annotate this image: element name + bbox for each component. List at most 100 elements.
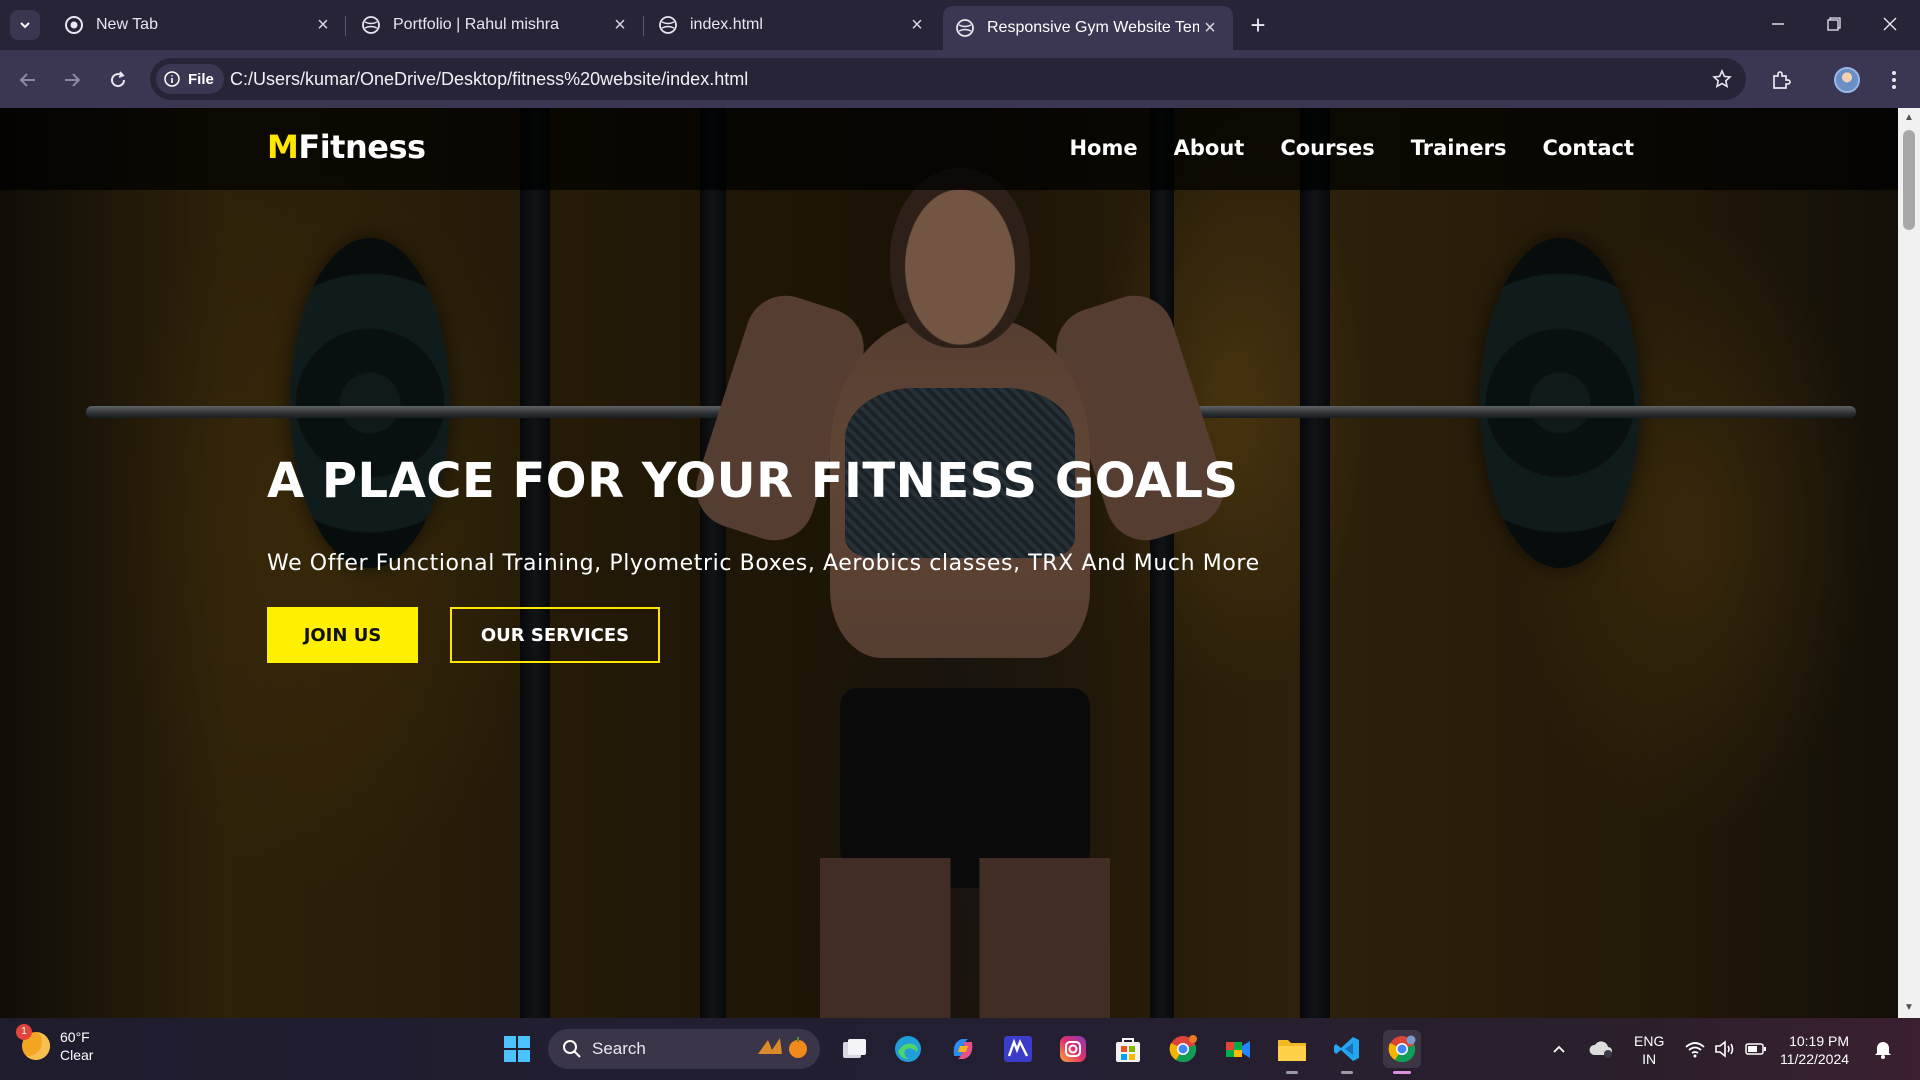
wifi-button[interactable]	[1684, 1018, 1710, 1080]
tab-title: New Tab	[96, 16, 158, 33]
taskbar-edge[interactable]	[889, 1030, 927, 1068]
chrome-icon	[64, 15, 84, 35]
chrome-icon	[1388, 1035, 1416, 1063]
region-code: IN	[1642, 1051, 1657, 1067]
tab-portfolio[interactable]: Portfolio | Rahul mishra ×	[349, 6, 643, 44]
taskbar-store[interactable]	[1109, 1030, 1147, 1068]
tab-title: index.html	[690, 16, 763, 33]
globe-icon	[955, 18, 975, 38]
running-indicator	[1341, 1071, 1353, 1074]
tab-separator	[643, 16, 644, 36]
hero-title: A PLACE FOR YOUR FITNESS GOALS	[267, 453, 1239, 509]
taskbar-vscode[interactable]	[1328, 1030, 1366, 1074]
weather-widget[interactable]: 1 60°F Clear	[16, 1024, 93, 1064]
vscode-icon	[1334, 1037, 1359, 1061]
chevron-down-icon	[20, 22, 30, 29]
task-view-icon	[843, 1039, 866, 1058]
scroll-up-icon[interactable]: ▲	[1903, 112, 1915, 124]
site-info-chip[interactable]: File	[156, 64, 224, 94]
moon-icon: 1	[16, 1024, 50, 1060]
windows-logo-icon	[504, 1036, 530, 1062]
taskbar-search[interactable]: Search	[548, 1029, 820, 1069]
search-icon	[563, 1040, 581, 1058]
volume-button[interactable]	[1714, 1018, 1740, 1080]
close-tab-icon[interactable]: ×	[312, 14, 334, 36]
taskbar-instagram[interactable]	[1054, 1030, 1092, 1068]
notifications-button[interactable]	[1874, 1018, 1898, 1080]
system-clock[interactable]: 10:19 PM 11/22/2024	[1780, 1032, 1849, 1068]
tab-separator	[345, 16, 346, 36]
close-window-button[interactable]	[1862, 0, 1918, 48]
logo-accent: M	[267, 128, 299, 166]
taskbar-meet[interactable]	[1219, 1030, 1257, 1068]
windows-taskbar: 1 60°F Clear Search ENG IN 10:19 PM 11/2…	[0, 1018, 1920, 1080]
chevron-up-icon	[1553, 1045, 1565, 1053]
address-bar[interactable]: File C:/Users/kumar/OneDrive/Desktop/fit…	[150, 58, 1746, 100]
taskbar-chrome[interactable]	[1164, 1030, 1202, 1068]
page-scrollbar[interactable]: ▲ ▼	[1898, 108, 1920, 1018]
info-icon	[164, 71, 180, 87]
taskbar-chrome-active[interactable]	[1383, 1030, 1421, 1074]
task-view-button[interactable]	[835, 1030, 873, 1068]
site-logo[interactable]: MFitness	[267, 128, 426, 166]
tab-search-button[interactable]	[10, 10, 40, 40]
taskbar-file-explorer[interactable]	[1273, 1030, 1311, 1074]
language-indicator[interactable]: ENG IN	[1634, 1032, 1664, 1068]
site-header: MFitness Home About Courses Trainers Con…	[0, 108, 1898, 190]
nav-about[interactable]: About	[1174, 136, 1245, 160]
globe-icon	[361, 15, 381, 35]
clock-date: 11/22/2024	[1780, 1051, 1850, 1067]
tab-new-tab[interactable]: New Tab ×	[52, 6, 346, 44]
tab-gym-website[interactable]: Responsive Gym Website Templ ×	[943, 6, 1233, 50]
bell-icon	[1875, 1042, 1891, 1059]
bookmark-star-button[interactable]	[1710, 67, 1734, 91]
hero-subtitle: We Offer Functional Training, Plyometric…	[267, 551, 1260, 576]
edge-icon	[895, 1036, 921, 1062]
onedrive-button[interactable]	[1588, 1018, 1616, 1080]
battery-icon	[1745, 1043, 1766, 1055]
copilot-icon	[953, 1039, 973, 1059]
nav-home[interactable]: Home	[1069, 136, 1137, 160]
nav-trainers[interactable]: Trainers	[1411, 136, 1507, 160]
minimize-button[interactable]	[1750, 0, 1806, 48]
globe-icon	[658, 15, 678, 35]
tab-strip: New Tab × Portfolio | Rahul mishra × ind…	[0, 0, 1920, 50]
close-tab-icon[interactable]: ×	[609, 14, 631, 36]
join-us-button[interactable]: JOIN US	[267, 607, 418, 663]
wifi-icon	[1685, 1042, 1705, 1058]
close-tab-icon[interactable]: ×	[906, 14, 928, 36]
browser-menu-button[interactable]	[1878, 64, 1910, 96]
tab-index-html[interactable]: index.html ×	[646, 6, 940, 44]
taskbar-app-m[interactable]	[999, 1030, 1037, 1068]
scroll-thumb[interactable]	[1903, 130, 1915, 230]
our-services-button[interactable]: OUR SERVICES	[450, 607, 660, 663]
main-nav: Home About Courses Trainers Contact	[1069, 136, 1634, 160]
arrow-left-icon	[19, 73, 35, 87]
star-icon	[1712, 69, 1732, 88]
minimize-icon	[1772, 23, 1784, 25]
show-hidden-icons-button[interactable]	[1551, 1018, 1575, 1080]
chrome-icon	[1169, 1035, 1197, 1063]
extensions-button[interactable]	[1765, 64, 1797, 96]
meet-icon	[1226, 1041, 1250, 1058]
restore-button[interactable]	[1806, 0, 1862, 48]
forward-button[interactable]	[56, 64, 88, 96]
nav-contact[interactable]: Contact	[1543, 136, 1635, 160]
url-text: C:/Users/kumar/OneDrive/Desktop/fitness%…	[230, 69, 749, 89]
restore-icon	[1827, 17, 1841, 31]
nav-courses[interactable]: Courses	[1280, 136, 1374, 160]
battery-button[interactable]	[1745, 1018, 1771, 1080]
back-button[interactable]	[12, 64, 44, 96]
search-placeholder: Search	[592, 1039, 646, 1058]
search-highlight-icon	[754, 1034, 810, 1065]
start-button[interactable]	[498, 1030, 536, 1068]
running-indicator	[1393, 1071, 1411, 1074]
reload-button[interactable]	[102, 64, 134, 96]
logo-text: Fitness	[298, 128, 426, 166]
new-tab-button[interactable]: +	[1244, 10, 1272, 40]
taskbar-copilot[interactable]	[944, 1030, 982, 1068]
profile-button[interactable]	[1831, 64, 1863, 96]
scroll-down-icon[interactable]: ▼	[1903, 1002, 1915, 1014]
puzzle-icon	[1773, 71, 1791, 89]
close-tab-icon[interactable]: ×	[1199, 17, 1221, 39]
